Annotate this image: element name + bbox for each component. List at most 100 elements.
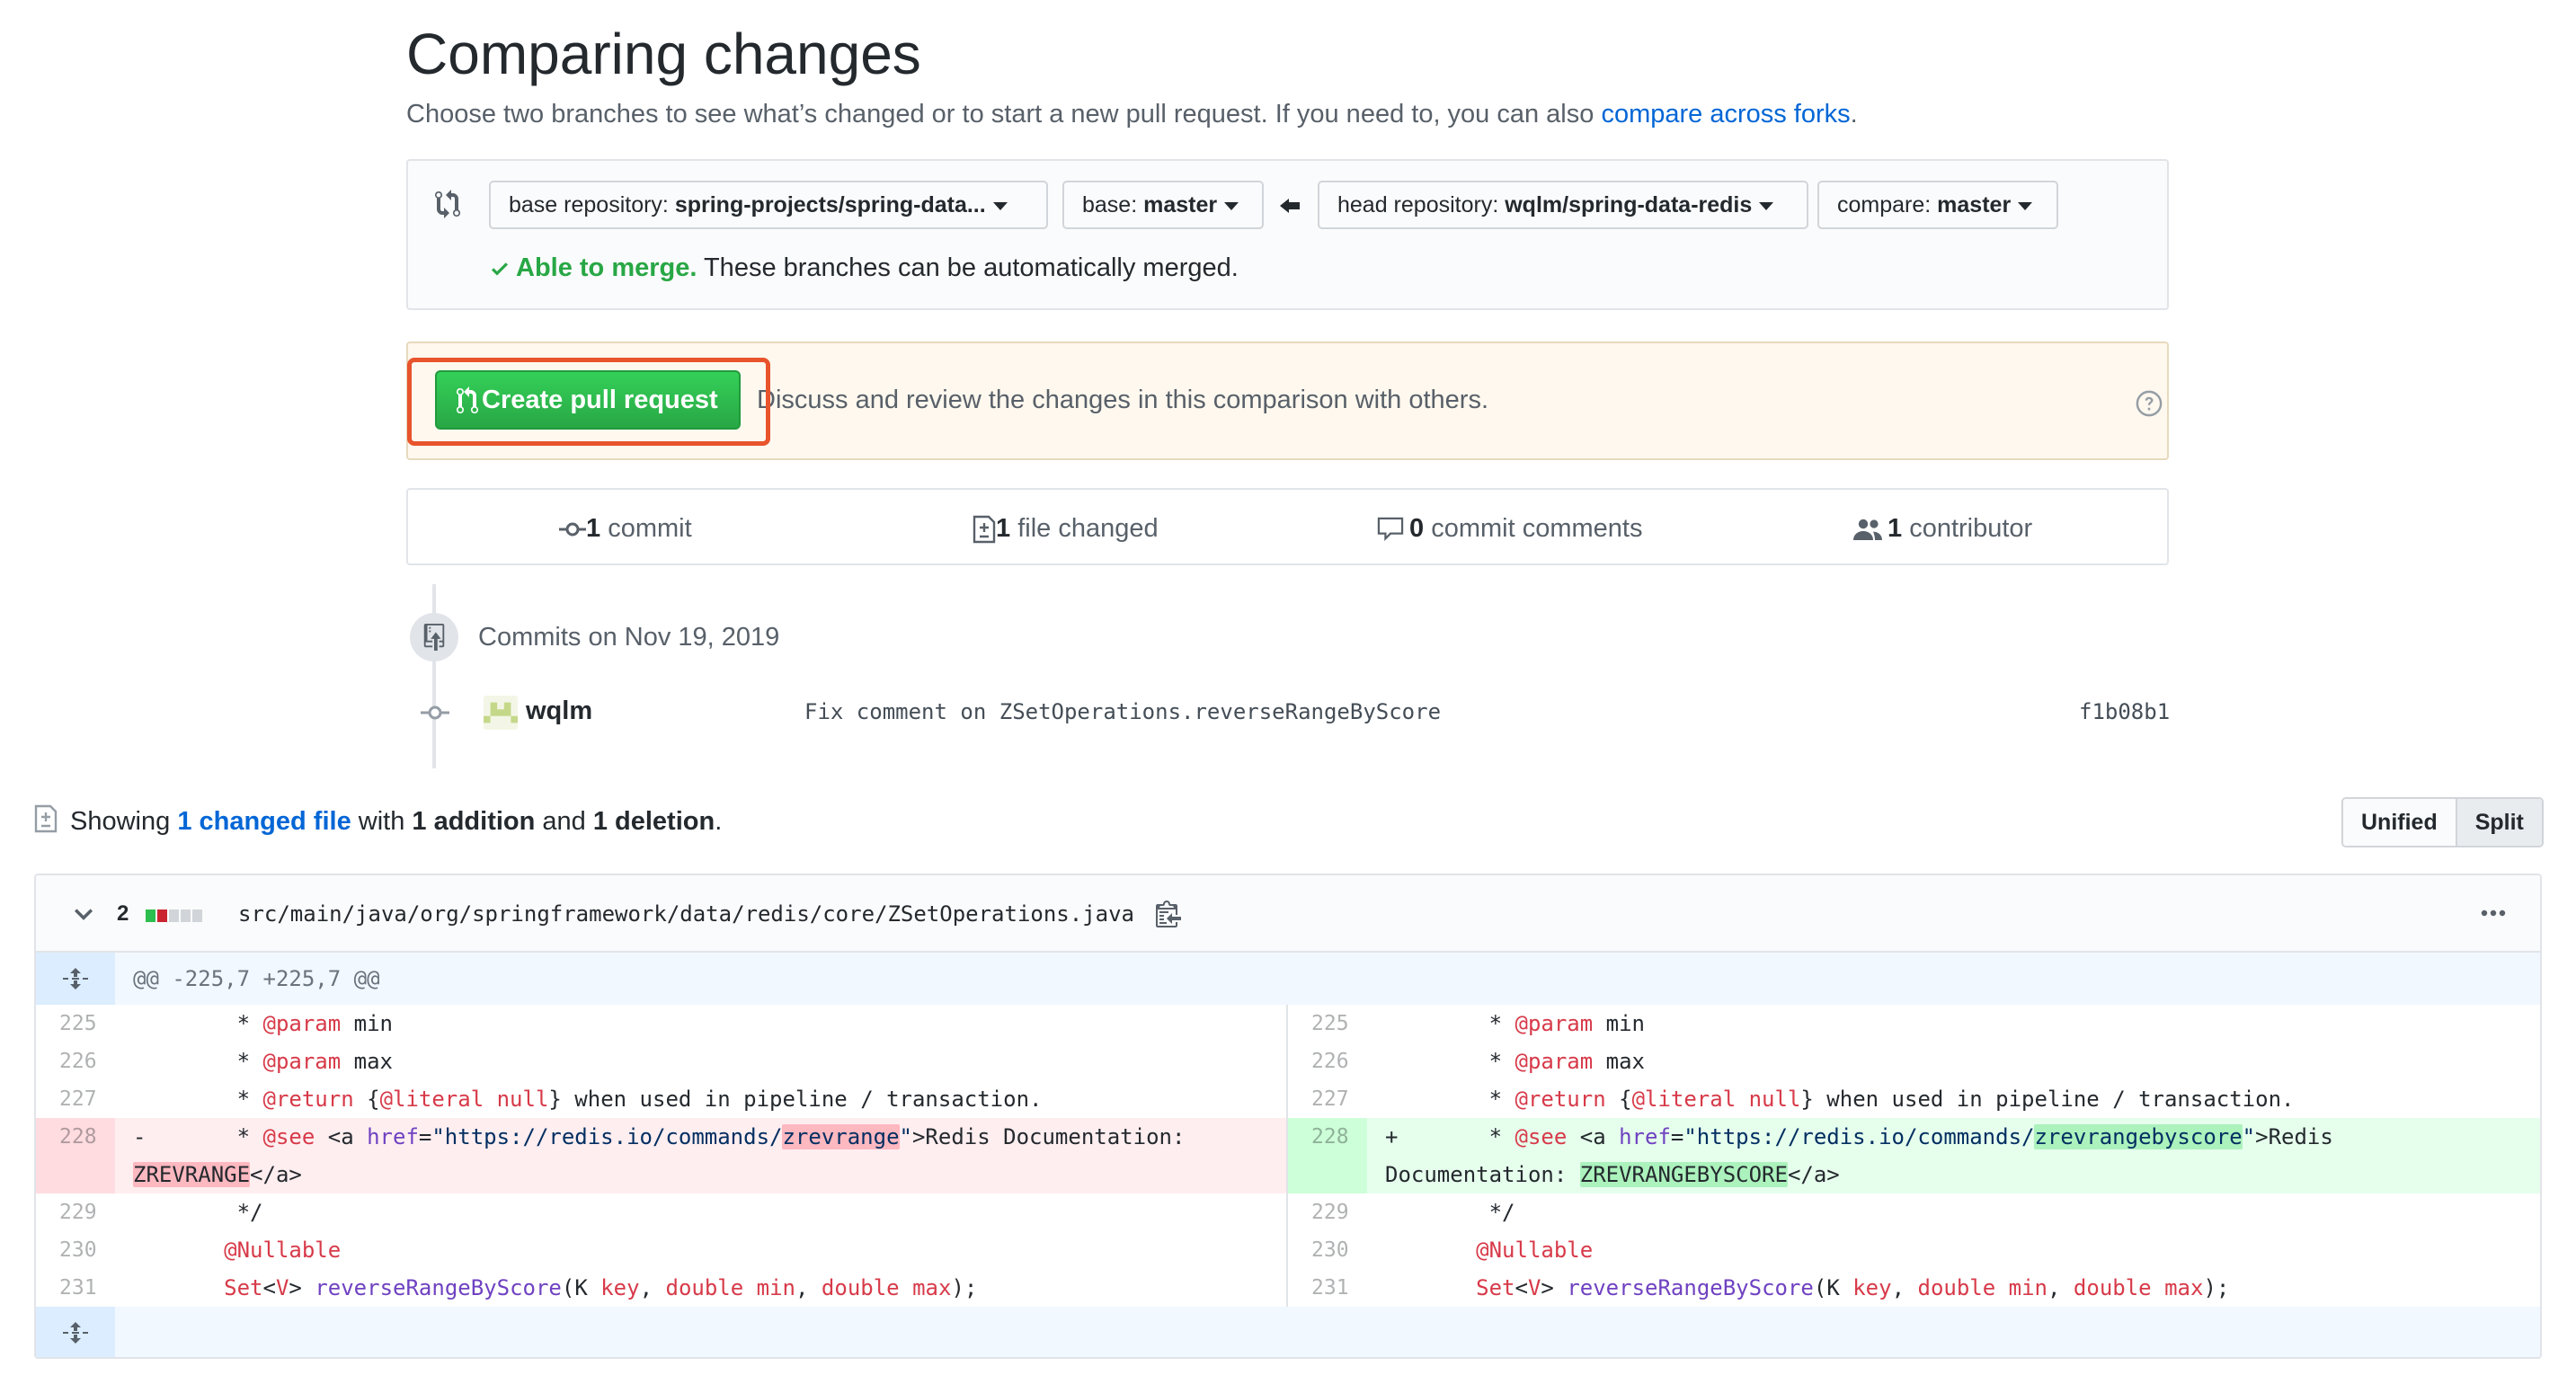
line-number-right[interactable]: 225 <box>1311 1005 1349 1043</box>
diff-row: 230 @Nullable 230 @Nullable <box>36 1231 2540 1269</box>
contributors-summary[interactable]: 1 contributor <box>1853 511 2032 546</box>
kebab-horizontal-icon[interactable] <box>2481 909 2506 917</box>
base-branch-select[interactable]: base: master <box>1062 181 1264 229</box>
compare-branch-label: compare: <box>1837 192 1932 217</box>
unfold-icon[interactable] <box>63 1322 88 1344</box>
files-summary[interactable]: 1 file changed <box>973 511 1159 546</box>
file-diff: 2 src/main/java/org/springframework/data… <box>34 874 2542 1359</box>
merge-status: Able to merge. These branches can be aut… <box>489 251 1239 285</box>
unfold-icon[interactable] <box>63 968 88 989</box>
code-right-added-wrap: Documentation: ZREVRANGEBYSCORE</a> <box>1385 1162 1840 1187</box>
line-number-left[interactable]: 225 <box>59 1005 97 1043</box>
diff-row: 227 * @return {@literal null} when used … <box>36 1080 2540 1118</box>
compare-across-forks-link[interactable]: compare across forks <box>1601 100 1850 129</box>
compare-branch-select[interactable]: compare: master <box>1817 181 2058 229</box>
chevron-down-icon <box>2018 201 2033 210</box>
chevron-down-icon[interactable] <box>74 904 93 924</box>
file-diff-icon <box>34 804 58 833</box>
code-left: @Nullable <box>224 1238 342 1263</box>
line-number-left[interactable]: 227 <box>59 1080 97 1118</box>
contributors-count: 1 <box>1888 514 1903 543</box>
changed-files-link[interactable]: 1 changed file <box>177 807 351 836</box>
code-left: * @return {@literal null} when used in p… <box>133 1087 1043 1112</box>
comments-summary: 0 commit comments <box>1377 511 1642 546</box>
unified-button[interactable]: Unified <box>2343 799 2456 846</box>
arrow-left-icon <box>1280 197 1300 215</box>
split-button[interactable]: Split <box>2455 799 2542 846</box>
diff-row-changed: 228 - * @see <a href="https://redis.io/c… <box>36 1118 2540 1193</box>
code-right: @Nullable <box>1476 1238 1594 1263</box>
diff-change-count: 2 <box>117 901 129 926</box>
head-repository-select[interactable]: head repository: wqlm/spring-data-redis <box>1318 181 1808 229</box>
diff-row: 226 * @param max 226 * @param max <box>36 1043 2540 1080</box>
clipboard-icon[interactable] <box>1156 899 1181 927</box>
expand-gutter[interactable] <box>36 953 115 1005</box>
check-icon <box>489 258 511 279</box>
comments-label: commit comments <box>1424 514 1643 543</box>
head-repository-label: head repository: <box>1337 192 1499 217</box>
line-number-right[interactable]: 227 <box>1311 1080 1349 1118</box>
diffstat-neutral-block <box>169 909 179 922</box>
hunk-footer <box>36 1307 2540 1357</box>
subtitle-suffix: . <box>1850 100 1858 129</box>
line-number-right[interactable]: 228 <box>1311 1118 1349 1156</box>
file-header: 2 src/main/java/org/springframework/data… <box>36 875 2540 953</box>
showing-with: with <box>351 807 413 836</box>
showing-suffix: . <box>715 807 723 836</box>
git-compare-icon <box>435 190 464 220</box>
chevron-down-icon <box>1759 201 1774 210</box>
chevron-down-icon <box>1224 201 1239 210</box>
diff-row: 231 Set<V> reverseRangeByScore(K key, do… <box>36 1269 2540 1307</box>
merge-message: These branches can be automatically merg… <box>697 253 1239 282</box>
line-number-left[interactable]: 230 <box>59 1231 97 1269</box>
contributors-label: contributor <box>1902 514 2033 543</box>
page-title: Comparing changes <box>406 22 921 86</box>
page-subtitle: Choose two branches to see what’s change… <box>406 97 1858 131</box>
diffstat-add-block <box>146 909 155 922</box>
code-left-deleted-wrap: ZREVRANGE</a> <box>133 1162 302 1187</box>
base-branch-label: base: <box>1082 192 1138 217</box>
commit-message[interactable]: Fix comment on ZSetOperations.reverseRan… <box>804 696 1441 727</box>
diff-row: 229 */ 229 */ <box>36 1193 2540 1231</box>
line-number-left[interactable]: 231 <box>59 1269 97 1307</box>
expand-gutter[interactable] <box>36 1307 115 1357</box>
people-icon <box>1853 517 1882 542</box>
deletions-count: 1 deletion <box>592 807 715 836</box>
question-icon[interactable] <box>2136 390 2163 417</box>
commit-icon <box>421 704 449 722</box>
code-left-deleted: - * @see <a href="https://redis.io/comma… <box>133 1124 1186 1149</box>
line-number-right[interactable]: 229 <box>1311 1193 1349 1231</box>
diff-summary: Showing 1 changed file with 1 addition a… <box>70 804 722 838</box>
diffstat-del-block <box>157 909 167 922</box>
commits-summary[interactable]: 1 commit <box>559 511 692 546</box>
range-editor: base repository: spring-projects/spring-… <box>406 159 2169 310</box>
avatar[interactable] <box>484 696 518 730</box>
line-number-right[interactable]: 226 <box>1311 1043 1349 1080</box>
file-path[interactable]: src/main/java/org/springframework/data/r… <box>238 899 1134 929</box>
line-number-left[interactable]: 226 <box>59 1043 97 1080</box>
code-right: */ <box>1385 1200 1515 1225</box>
line-number-right[interactable]: 230 <box>1311 1231 1349 1269</box>
highlight-box <box>407 358 770 446</box>
commits-label: commit <box>600 514 692 543</box>
commits-count: 1 <box>586 514 601 543</box>
subtitle-text: Choose two branches to see what’s change… <box>406 100 1602 129</box>
base-repository-select[interactable]: base repository: spring-projects/spring-… <box>489 181 1048 229</box>
commits-date-heading: Commits on Nov 19, 2019 <box>478 623 780 652</box>
head-repository-value: wqlm/spring-data-redis <box>1505 192 1753 217</box>
split-divider <box>1286 1005 1288 1307</box>
code-right: * @return {@literal null} when used in p… <box>1385 1087 2295 1112</box>
code-right: * @param max <box>1385 1049 1645 1074</box>
diff-row: 225 * @param min 225 * @param min <box>36 1005 2540 1043</box>
line-number-left[interactable]: 228 <box>59 1118 97 1156</box>
code-right-added: + * @see <a href="https://redis.io/comma… <box>1385 1124 2333 1149</box>
commit-sha[interactable]: f1b08b1 <box>2079 696 2170 727</box>
diff-view-toggle: Unified Split <box>2341 797 2544 847</box>
code-left: * @param max <box>133 1049 393 1074</box>
base-branch-value: master <box>1143 192 1218 217</box>
additions-count: 1 addition <box>412 807 536 836</box>
commit-icon <box>559 520 586 538</box>
commit-author[interactable]: wqlm <box>526 694 592 728</box>
line-number-left[interactable]: 229 <box>59 1193 97 1231</box>
line-number-right[interactable]: 231 <box>1311 1269 1349 1307</box>
